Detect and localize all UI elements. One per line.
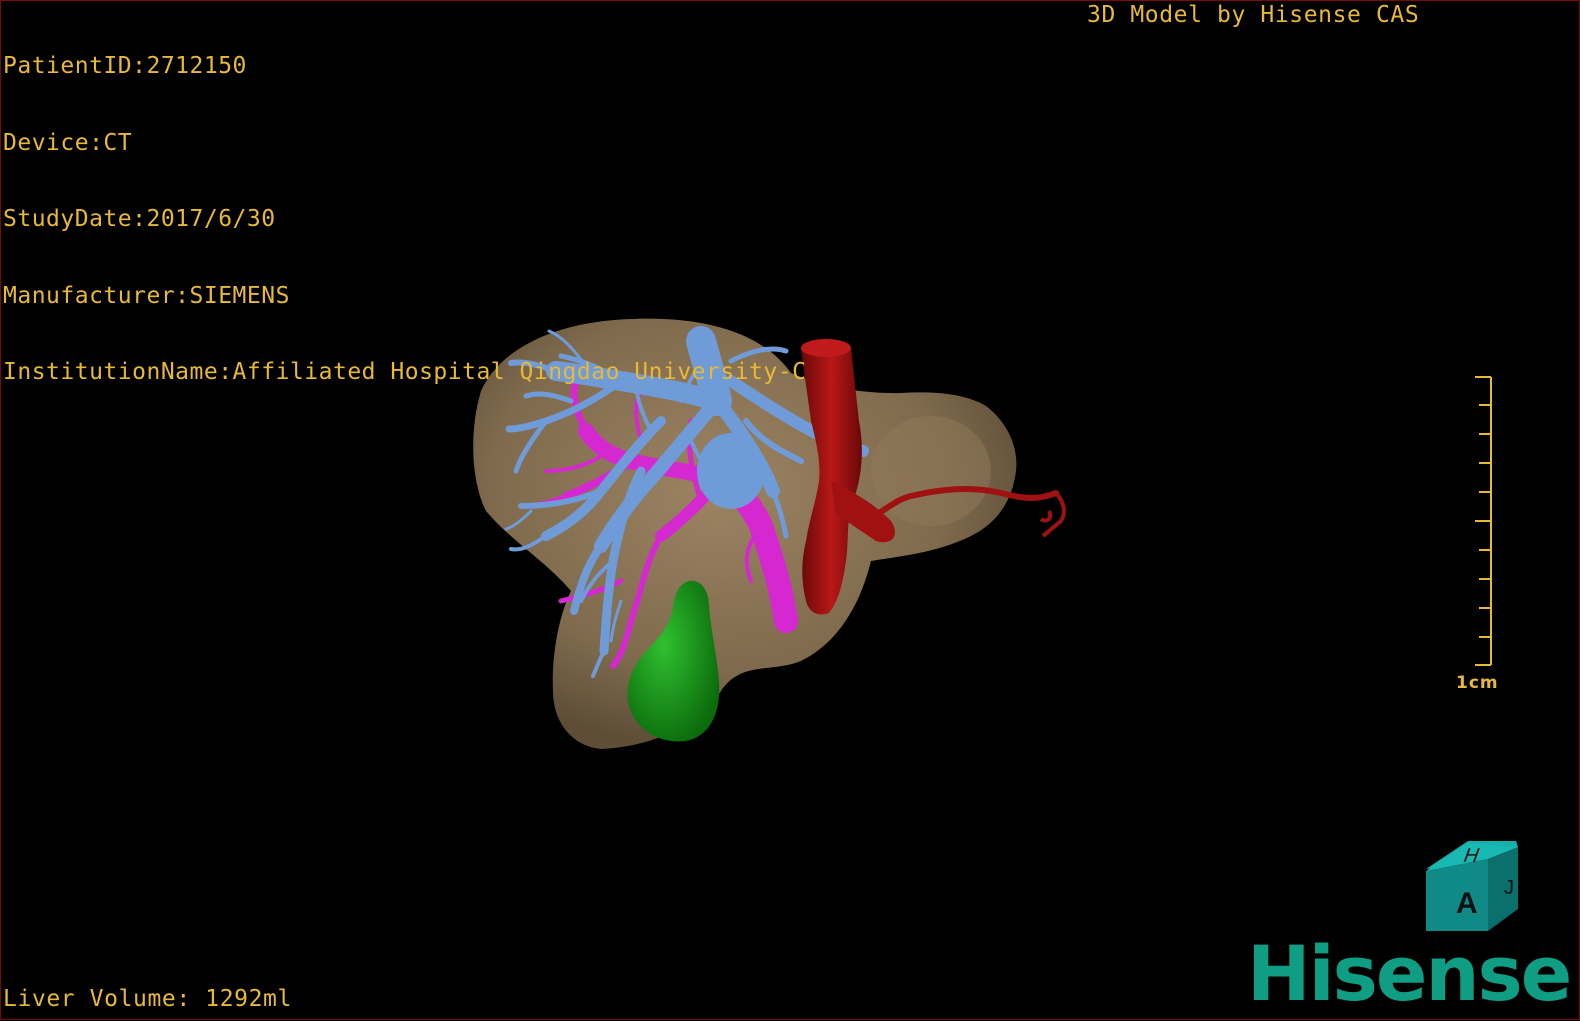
patient-id-text: PatientID:2712150 <box>3 53 247 79</box>
manufacturer-text: Manufacturer:SIEMENS <box>3 282 290 309</box>
dicom-info-overlay: PatientID:2712150 Device:CT StudyDate:20… <box>3 3 806 437</box>
3d-viewport[interactable]: PatientID:2712150 Device:CT StudyDate:20… <box>0 0 1580 1020</box>
liver-volume-text: Liver Volume: 1292ml <box>3 986 292 1012</box>
orientation-cube[interactable]: H A J <box>1426 839 1536 939</box>
scale-bar-label: 1cm <box>1456 673 1499 693</box>
model-title: 3D Model by Hisense CAS <box>1087 2 1420 28</box>
institution-text: InstitutionName:Affiliated Hospital Qing… <box>3 359 807 385</box>
cube-face-front: A <box>1456 887 1478 920</box>
scale-bar <box>1475 376 1492 666</box>
study-date-text: StudyDate:2017/6/30 <box>3 206 276 232</box>
device-text: Device:CT <box>3 129 133 156</box>
cube-face-side: J <box>1504 877 1514 899</box>
orientation-cube-icon <box>1426 841 1518 931</box>
hisense-logo: Hisense <box>1247 929 1572 1018</box>
